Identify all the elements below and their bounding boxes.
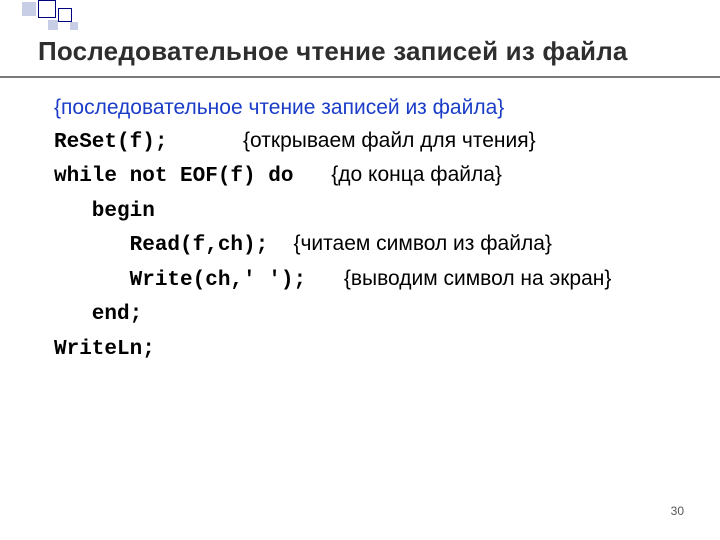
code-reset: ReSet(f); [54, 131, 167, 154]
code-line-6: end; [54, 297, 690, 332]
intro-comment: {последовательное чтение записей из файл… [54, 92, 690, 125]
slide: Последовательное чтение записей из файла… [0, 0, 720, 540]
page-number: 30 [671, 504, 684, 518]
code-write: Write(ch,' '); [54, 269, 306, 292]
code-line-1: ReSet(f); {открываем файл для чтения} [54, 125, 690, 160]
title-motif [0, 0, 200, 40]
title-underline [0, 76, 720, 78]
code-end: end; [54, 303, 142, 326]
comment-1: {открываем файл для чтения} [243, 129, 536, 152]
comment-4: {читаем символ из файла} [293, 232, 551, 255]
code-line-2: while not EOF(f) do {до конца файла} [54, 159, 690, 194]
comment-2: {до конца файла} [331, 163, 502, 186]
code-while: while not EOF(f) do [54, 165, 293, 188]
code-begin: begin [54, 200, 155, 223]
code-line-7: WriteLn; [54, 332, 690, 367]
code-line-4: Read(f,ch); {читаем символ из файла} [54, 228, 690, 263]
code-line-5: Write(ch,' '); {выводим символ на экран} [54, 263, 690, 298]
code-writeln: WriteLn; [54, 338, 155, 361]
slide-title: Последовательное чтение записей из файла [38, 36, 700, 67]
comment-5: {выводим символ на экран} [344, 267, 612, 290]
code-line-3: begin [54, 194, 690, 229]
content-block: {последовательное чтение записей из файл… [54, 92, 690, 366]
code-read: Read(f,ch); [54, 234, 268, 257]
